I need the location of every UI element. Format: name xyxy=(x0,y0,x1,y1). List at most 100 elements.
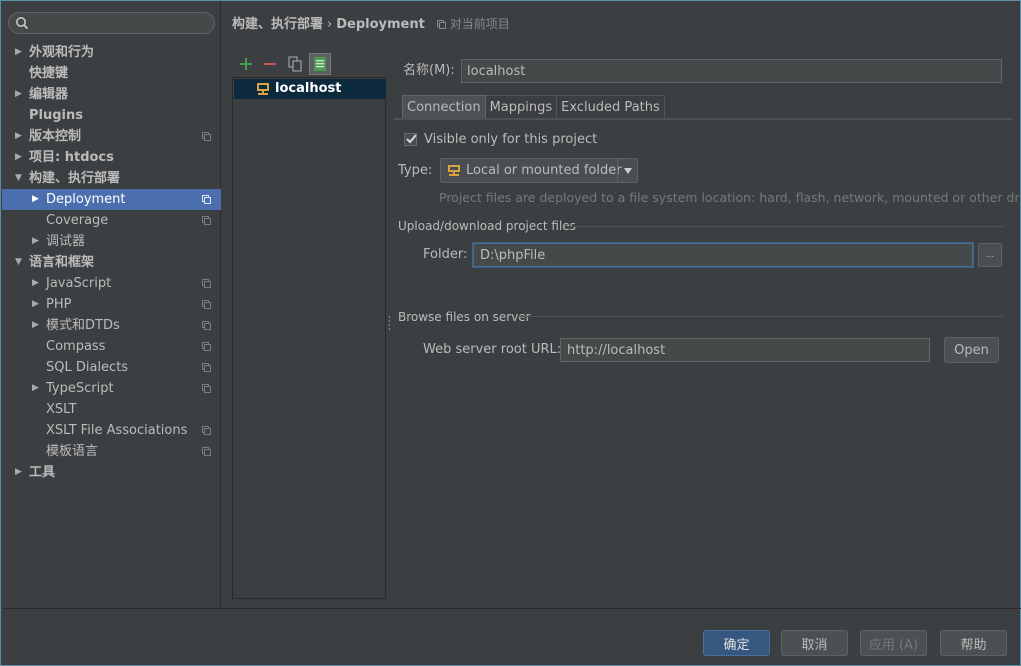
sidebar-item[interactable]: ▶ 编辑器 xyxy=(2,84,221,105)
expand-right-icon[interactable]: ▶ xyxy=(32,231,39,252)
sidebar-item[interactable]: ▶ 外观和行为 xyxy=(2,42,221,63)
set-default-server-button[interactable] xyxy=(309,53,331,75)
type-hint: Project files are deployed to a file sys… xyxy=(439,190,1021,205)
expand-right-icon[interactable]: ▶ xyxy=(32,189,39,210)
settings-dialog: ▶ 外观和行为 快捷键 ▶ 编辑器 Plugins ▶ 版本控制 ▶ 项目: htdocs ▼ 构建、… xyxy=(0,0,1021,666)
project-scope-label: 对当前项目 xyxy=(449,17,510,31)
plus-icon xyxy=(240,58,252,70)
cancel-button[interactable]: 取消 xyxy=(781,630,848,656)
expand-right-icon[interactable]: ▶ xyxy=(32,294,39,315)
footer-divider xyxy=(2,608,1021,609)
settings-search[interactable] xyxy=(8,12,215,34)
sidebar-item-label: PHP xyxy=(46,297,72,312)
sidebar-item-label: 调试器 xyxy=(46,234,86,249)
sidebar-item-label: XSLT File Associations xyxy=(46,423,188,438)
sidebar-item-label: 外观和行为 xyxy=(29,45,95,60)
browse-group-divider xyxy=(517,316,1004,317)
sidebar-item-label: Deployment xyxy=(46,192,126,207)
copy-icon xyxy=(288,56,302,72)
project-scope-icon xyxy=(202,363,211,372)
remove-server-button[interactable] xyxy=(259,53,281,75)
help-button[interactable]: 帮助 xyxy=(940,630,1007,656)
browse-folder-button[interactable]: ... xyxy=(978,243,1002,267)
web-root-url-label: Web server root URL: xyxy=(423,342,562,357)
sidebar-item[interactable]: ▶ PHP xyxy=(2,294,221,315)
sidebar-item-label: 版本控制 xyxy=(29,129,82,144)
breadcrumb-current: Deployment xyxy=(336,17,425,32)
expand-down-icon[interactable]: ▼ xyxy=(15,168,22,189)
project-scope-icon xyxy=(202,195,211,204)
chevron-down-icon[interactable] xyxy=(617,159,637,182)
server-item-label: localhost xyxy=(275,81,342,96)
type-label: Type: xyxy=(398,163,433,178)
expand-right-icon[interactable]: ▶ xyxy=(15,84,22,105)
expand-right-icon[interactable]: ▶ xyxy=(15,462,22,483)
set-default-icon xyxy=(314,57,326,71)
sidebar-item[interactable]: ▶ 调试器 xyxy=(2,231,221,252)
sidebar-item-label: Plugins xyxy=(29,108,83,123)
sidebar-item[interactable]: ▶ 模式和DTDs xyxy=(2,315,221,336)
expand-right-icon[interactable]: ▶ xyxy=(32,315,39,336)
sidebar-item[interactable]: Plugins xyxy=(2,105,221,126)
sidebar-item[interactable]: ▼ 构建、执行部署 xyxy=(2,168,221,189)
tab-connection[interactable]: Connection xyxy=(402,95,486,119)
web-root-url-input[interactable] xyxy=(560,338,930,362)
sidebar-item[interactable]: ▶ TypeScript xyxy=(2,378,221,399)
expand-right-icon[interactable]: ▶ xyxy=(32,273,39,294)
search-input[interactable] xyxy=(33,15,209,31)
visible-only-checkbox[interactable] xyxy=(404,133,417,146)
ok-button[interactable]: 确定 xyxy=(703,630,770,656)
tab-excluded-paths[interactable]: Excluded Paths xyxy=(557,95,665,119)
project-scope-icon xyxy=(436,20,446,29)
project-scope-icon xyxy=(202,216,211,225)
sidebar-item-label: 语言和框架 xyxy=(29,255,95,270)
type-select[interactable]: Local or mounted folder xyxy=(440,158,638,183)
expand-right-icon[interactable]: ▶ xyxy=(15,126,22,147)
type-select-value: Local or mounted folder xyxy=(466,163,622,178)
upload-group-title: Upload/download project files xyxy=(398,219,576,233)
sidebar-item-label: XSLT xyxy=(46,402,77,417)
minus-icon xyxy=(264,63,276,65)
sidebar-item[interactable]: ▶ 项目: htdocs xyxy=(2,147,221,168)
sidebar-item[interactable]: XSLT File Associations xyxy=(2,420,221,441)
tab-mappings[interactable]: Mappings xyxy=(485,95,558,119)
sidebar-item[interactable]: XSLT xyxy=(2,399,221,420)
upload-group-divider xyxy=(565,226,1004,227)
project-scope-icon xyxy=(202,300,211,309)
expand-right-icon[interactable]: ▶ xyxy=(15,147,22,168)
sidebar-item[interactable]: ▶ JavaScript xyxy=(2,273,221,294)
expand-right-icon[interactable]: ▶ xyxy=(32,378,39,399)
sidebar-item[interactable]: Coverage xyxy=(2,210,221,231)
sidebar-item-label: SQL Dialects xyxy=(46,360,129,375)
sidebar-item-label: 编辑器 xyxy=(29,87,69,102)
project-scope-icon xyxy=(202,279,211,288)
server-item-localhost[interactable]: localhost xyxy=(234,79,386,99)
splitter-handle[interactable] xyxy=(388,315,391,331)
sidebar-item[interactable]: ▶ Deployment xyxy=(2,189,221,210)
name-input[interactable] xyxy=(461,59,1002,83)
folder-input[interactable] xyxy=(473,243,973,267)
expand-right-icon[interactable]: ▶ xyxy=(15,42,22,63)
sidebar-item[interactable]: ▶ 版本控制 xyxy=(2,126,221,147)
sidebar-item[interactable]: 快捷键 xyxy=(2,63,221,84)
sidebar-item-label: 项目: htdocs xyxy=(29,150,114,165)
sidebar-item[interactable]: 模板语言 xyxy=(2,441,221,462)
project-scope: 对当前项目 xyxy=(436,17,510,31)
project-scope-icon xyxy=(202,384,211,393)
copy-server-button[interactable] xyxy=(284,53,306,75)
settings-tree: ▶ 外观和行为 快捷键 ▶ 编辑器 Plugins ▶ 版本控制 ▶ 项目: htdocs ▼ 构建、… xyxy=(2,42,221,483)
open-url-button[interactable]: Open xyxy=(944,337,999,363)
sidebar-item-label: 模式和DTDs xyxy=(46,318,120,333)
sidebar-item[interactable]: ▼ 语言和框架 xyxy=(2,252,221,273)
apply-button[interactable]: 应用 (A) xyxy=(860,630,927,656)
sidebar-item[interactable]: SQL Dialects xyxy=(2,357,221,378)
sidebar-item[interactable]: ▶ 工具 xyxy=(2,462,221,483)
project-scope-icon xyxy=(202,321,211,330)
sidebar-item[interactable]: Compass xyxy=(2,336,221,357)
tab-underline xyxy=(394,118,1012,120)
sidebar-item-label: JavaScript xyxy=(46,276,112,291)
add-server-button[interactable] xyxy=(235,53,257,75)
expand-down-icon[interactable]: ▼ xyxy=(15,252,22,273)
name-label: 名称(M): xyxy=(403,63,455,78)
project-scope-icon xyxy=(202,447,211,456)
